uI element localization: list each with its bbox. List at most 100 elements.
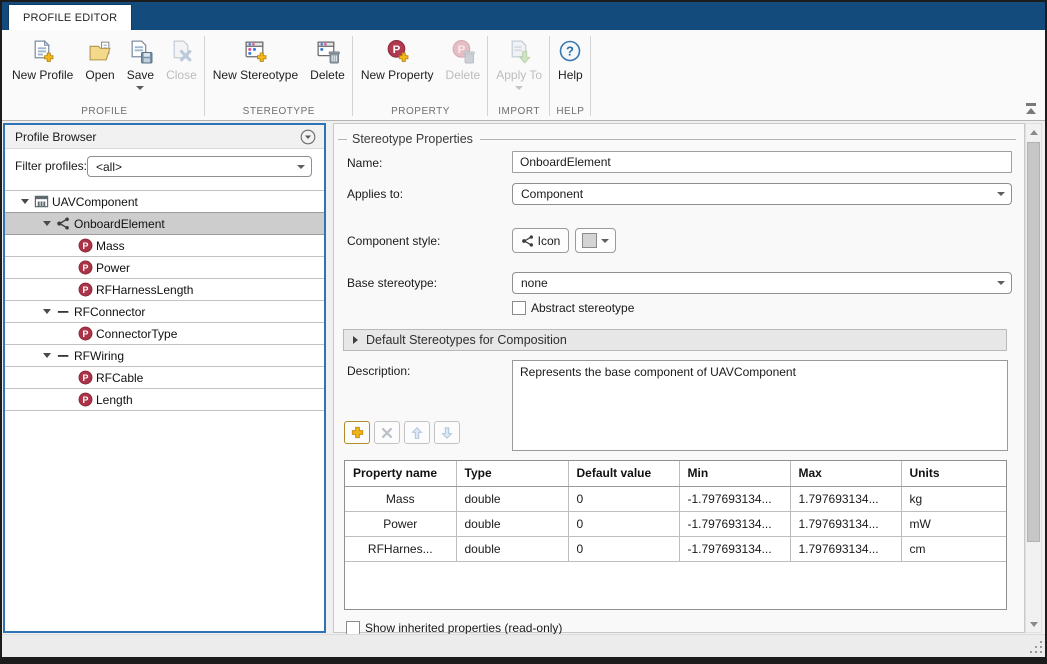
description-textarea[interactable]: Represents the base component of UAVComp… <box>512 360 1008 451</box>
table-cell[interactable]: -1.797693134... <box>679 511 790 536</box>
table-cell[interactable]: RFHarnes... <box>345 536 456 561</box>
profile-browser-header: Profile Browser <box>5 125 324 149</box>
expander-icon[interactable] <box>39 353 55 358</box>
table-header-row: Property nameTypeDefault valueMinMaxUnit… <box>345 461 1007 486</box>
scroll-down-arrow-icon[interactable] <box>1026 616 1041 632</box>
toolbar-section-help: ?HelpHELP <box>550 30 591 120</box>
new-stereotype-button[interactable]: New Stereotype <box>207 36 304 94</box>
save-button[interactable]: Save <box>121 36 160 94</box>
show-inherited-row: Show inherited properties (read-only) <box>346 621 562 635</box>
tree-item-label: ConnectorType <box>94 327 177 341</box>
toolbar-section-label: STEREOTYPE <box>205 106 353 117</box>
help-icon: ? <box>558 36 582 66</box>
property-icon: P <box>77 326 94 341</box>
delete-property-row-button[interactable] <box>374 421 400 444</box>
tab-profile-editor[interactable]: PROFILE EDITOR <box>8 4 132 30</box>
apply-to-button[interactable]: Apply To <box>490 36 548 94</box>
tree-item-mass[interactable]: PMass <box>5 235 324 257</box>
show-inherited-label: Show inherited properties (read-only) <box>360 621 562 635</box>
toolbar-button-row: New StereotypeDelete <box>207 30 351 94</box>
move-up-button[interactable] <box>404 421 430 444</box>
expander-icon[interactable] <box>17 199 33 204</box>
table-row[interactable]: RFHarnes...double0-1.797693134...1.79769… <box>345 536 1007 561</box>
table-cell[interactable]: 1.797693134... <box>790 536 901 561</box>
tree-item-onboardelement[interactable]: OnboardElement <box>5 213 324 235</box>
table-cell[interactable]: Mass <box>345 486 456 511</box>
profile-editor-window: PROFILE EDITOR New ProfileOpenSaveClose P… <box>0 0 1047 664</box>
toolbar-section-import: Apply ToIMPORT <box>488 30 550 120</box>
table-row[interactable]: Powerdouble0-1.797693134...1.797693134..… <box>345 511 1007 536</box>
scrollbar-thumb[interactable] <box>1027 142 1040 542</box>
toolbar-section-label: PROFILE <box>4 106 205 117</box>
applies-to-value: Component <box>521 187 991 201</box>
table-cell[interactable]: 1.797693134... <box>790 486 901 511</box>
table-cell[interactable]: double <box>456 486 568 511</box>
tree-item-label: RFCable <box>94 371 143 385</box>
table-cell[interactable]: -1.797693134... <box>679 536 790 561</box>
new-profile-button[interactable]: New Profile <box>6 36 79 94</box>
table-cell[interactable]: cm <box>901 536 1007 561</box>
resize-grip-icon[interactable] <box>1030 641 1042 653</box>
table-cell[interactable]: double <box>456 511 568 536</box>
delete-button[interactable]: Delete <box>304 36 351 94</box>
tree-item-label: Power <box>94 261 130 275</box>
panel-menu-icon[interactable] <box>300 129 316 145</box>
table-cell[interactable]: Power <box>345 511 456 536</box>
collapse-ribbon-icon[interactable] <box>1024 103 1038 114</box>
expander-icon[interactable] <box>39 221 55 226</box>
new-stereotype-icon <box>243 36 268 66</box>
color-style-dropdown[interactable] <box>575 228 616 253</box>
applies-to-dropdown[interactable]: Component <box>512 183 1012 205</box>
delete-button[interactable]: PDelete <box>440 36 487 94</box>
toolbar-button-row: Apply To <box>490 30 548 94</box>
svg-text:P: P <box>458 44 466 56</box>
toolbar-section-profile: New ProfileOpenSaveClose PROFILE <box>4 30 205 120</box>
table-cell[interactable]: -1.797693134... <box>679 486 790 511</box>
share-icon <box>521 234 535 248</box>
table-cell[interactable]: 0 <box>568 486 679 511</box>
table-cell[interactable]: 0 <box>568 511 679 536</box>
chevron-down-icon <box>997 192 1005 196</box>
base-stereotype-dropdown[interactable]: none <box>512 272 1012 294</box>
tree-item-uavcomponent[interactable]: UAVComponent <box>5 191 324 213</box>
tree-item-rfcable[interactable]: PRFCable <box>5 367 324 389</box>
property-action-buttons <box>344 421 460 444</box>
new-property-button[interactable]: PNew Property <box>355 36 440 94</box>
close-button[interactable]: Close <box>160 36 203 94</box>
tree-item-length[interactable]: PLength <box>5 389 324 411</box>
expander-icon[interactable] <box>39 309 55 314</box>
base-stereotype-value: none <box>521 276 991 290</box>
tree-item-rfconnector[interactable]: RFConnector <box>5 301 324 323</box>
table-row[interactable]: Massdouble0-1.797693134...1.797693134...… <box>345 486 1007 511</box>
show-inherited-checkbox[interactable] <box>346 621 360 635</box>
help-button[interactable]: ?Help <box>552 36 589 94</box>
table-cell[interactable]: double <box>456 536 568 561</box>
icon-style-button[interactable]: Icon <box>512 228 569 253</box>
vertical-scrollbar[interactable] <box>1025 123 1042 633</box>
table-cell[interactable]: mW <box>901 511 1007 536</box>
add-property-button[interactable] <box>344 421 370 444</box>
down-arrow-icon <box>440 426 454 440</box>
filter-row: Filter profiles: <all> <box>5 149 324 183</box>
table-cell[interactable]: 0 <box>568 536 679 561</box>
scroll-up-arrow-icon[interactable] <box>1026 124 1041 140</box>
filter-profiles-dropdown[interactable]: <all> <box>87 156 312 177</box>
apply-to-icon <box>507 36 532 66</box>
open-button[interactable]: Open <box>79 36 120 94</box>
tree-item-power[interactable]: PPower <box>5 257 324 279</box>
tree-item-label: Length <box>94 393 133 407</box>
tree-item-connectortype[interactable]: PConnectorType <box>5 323 324 345</box>
name-input[interactable] <box>512 151 1012 173</box>
table-cell[interactable]: kg <box>901 486 1007 511</box>
tree-item-rfwiring[interactable]: RFWiring <box>5 345 324 367</box>
legend-line <box>480 139 1016 140</box>
abstract-stereotype-checkbox[interactable] <box>512 301 526 315</box>
tree-item-rfharnesslength[interactable]: PRFHarnessLength <box>5 279 324 301</box>
move-down-button[interactable] <box>434 421 460 444</box>
column-header-max: Max <box>790 461 901 486</box>
abstract-stereotype-row: Abstract stereotype <box>512 301 634 315</box>
table-cell[interactable]: 1.797693134... <box>790 511 901 536</box>
default-stereotypes-section[interactable]: Default Stereotypes for Composition <box>343 329 1007 351</box>
collapse-ribbon-bar <box>1026 103 1036 106</box>
property-icon: P <box>77 238 94 253</box>
